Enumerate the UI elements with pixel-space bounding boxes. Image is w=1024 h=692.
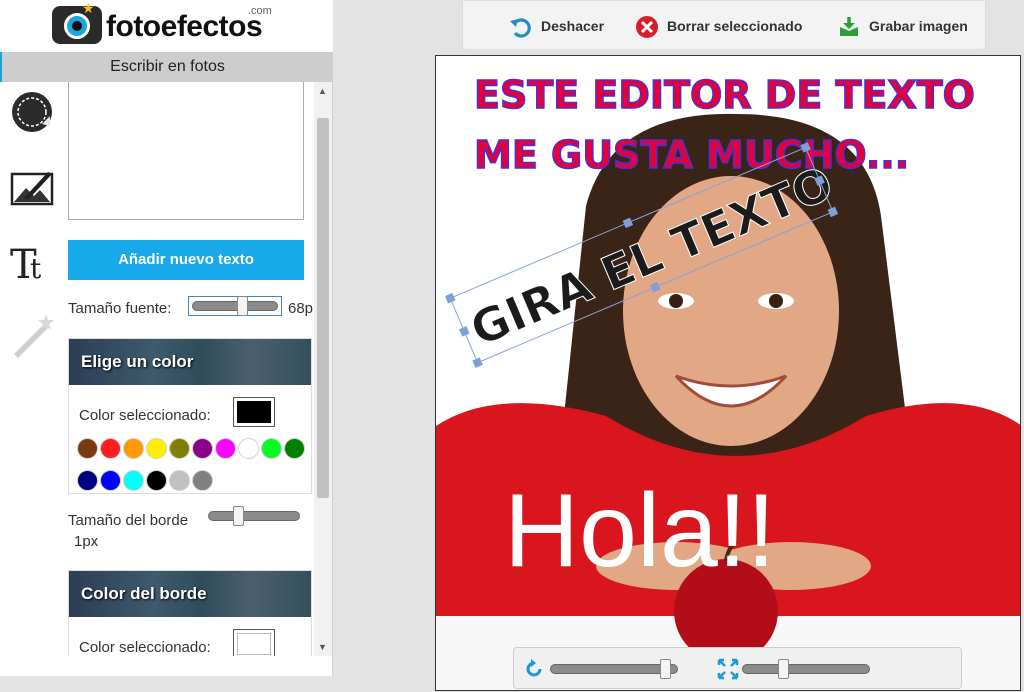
magic-tool[interactable] — [8, 310, 56, 358]
tool-sidebar: T t — [4, 88, 60, 388]
color-swatch[interactable] — [146, 438, 167, 459]
undo-icon — [510, 18, 531, 38]
download-box-icon — [840, 17, 858, 36]
border-color-panel: Color del borde Color seleccionado: — [68, 570, 312, 656]
sticker-tool[interactable] — [8, 88, 56, 136]
text-input[interactable] — [68, 82, 304, 220]
color-swatch[interactable] — [123, 470, 144, 491]
scroll-down-arrow-icon[interactable]: ▼ — [318, 642, 327, 652]
scale-slider-handle[interactable] — [777, 659, 789, 679]
action-bar: Deshacer Borrar seleccionado Grabar imag… — [462, 0, 986, 50]
scale-slider[interactable] — [742, 659, 870, 679]
rotate-slider[interactable] — [550, 659, 678, 679]
color-swatch[interactable] — [238, 438, 259, 459]
left-panel: ★ fotoefectos .com Escribir en fotos T t — [0, 0, 333, 676]
add-text-button[interactable]: Añadir nuevo texto — [68, 240, 304, 280]
transform-controls — [513, 647, 962, 689]
photo-scene: ESTE EDITOR DE TEXTO ME GUSTA MUCHO... G… — [436, 56, 1020, 690]
canvas-text-line1[interactable]: ESTE EDITOR DE TEXTO — [473, 72, 975, 118]
text-color-selected-label: Color seleccionado: — [79, 407, 211, 424]
border-size-slider-handle[interactable] — [232, 506, 244, 526]
panel-title: Escribir en fotos — [0, 52, 333, 82]
text-color-panel: Elige un color Color seleccionado: — [68, 338, 312, 494]
font-size-label: Tamaño fuente: — [68, 300, 172, 317]
save-image-label: Grabar imagen — [869, 18, 968, 34]
scroll-up-arrow-icon[interactable]: ▲ — [318, 86, 327, 96]
color-swatch[interactable] — [100, 470, 121, 491]
canvas-text-line2[interactable]: ME GUSTA MUCHO... — [473, 132, 910, 178]
color-swatch[interactable] — [146, 470, 167, 491]
color-palette — [77, 435, 307, 499]
magic-wand-icon — [14, 314, 54, 358]
color-swatch[interactable] — [215, 438, 236, 459]
draw-tool[interactable] — [8, 164, 56, 212]
undo-label: Deshacer — [541, 18, 605, 34]
panel-scroll-area[interactable]: Añadir nuevo texto Tamaño fuente: 68p El… — [62, 82, 332, 656]
panel-scrollbar[interactable]: ▲ ▼ — [314, 82, 332, 656]
color-swatch[interactable] — [77, 470, 98, 491]
color-swatch[interactable] — [123, 438, 144, 459]
scrollbar-thumb[interactable] — [317, 118, 329, 498]
border-size-slider[interactable] — [208, 506, 300, 526]
font-size-slider-box[interactable] — [188, 296, 282, 316]
paint-brush-icon — [10, 172, 54, 206]
photo-canvas[interactable]: ESTE EDITOR DE TEXTO ME GUSTA MUCHO... G… — [435, 55, 1021, 691]
border-color-selected-swatch[interactable] — [233, 629, 275, 656]
delete-selected-label: Borrar seleccionado — [667, 18, 803, 34]
border-size-value: 1px — [74, 533, 99, 550]
color-swatch[interactable] — [77, 438, 98, 459]
text-icon: T t — [10, 242, 42, 288]
rotate-slider-handle[interactable] — [660, 659, 672, 679]
text-color-selected-swatch[interactable] — [233, 397, 275, 427]
color-swatch[interactable] — [169, 470, 190, 491]
border-color-title: Color del borde — [69, 571, 311, 617]
text-color-title: Elige un color — [69, 339, 311, 385]
svg-text:t: t — [30, 252, 42, 285]
logo[interactable]: ★ fotoefectos .com — [0, 0, 333, 52]
border-size-label: Tamaño del borde — [68, 512, 189, 529]
text-tool[interactable]: T t — [8, 238, 56, 288]
font-size-value: 68p — [288, 300, 314, 317]
color-swatch[interactable] — [192, 470, 213, 491]
color-swatch[interactable] — [100, 438, 121, 459]
color-swatch[interactable] — [192, 438, 213, 459]
delete-icon — [636, 16, 658, 38]
logo-name: fotoefectos — [106, 10, 263, 43]
logo-tld: .com — [248, 5, 272, 17]
border-color-selected-label: Color seleccionado: — [79, 639, 211, 656]
color-swatch[interactable] — [169, 438, 190, 459]
font-size-slider[interactable] — [192, 296, 278, 316]
sticker-icon — [12, 92, 52, 132]
resize-icon — [717, 658, 739, 680]
font-size-slider-handle[interactable] — [236, 296, 248, 316]
color-swatch[interactable] — [261, 438, 282, 459]
color-swatch[interactable] — [284, 438, 305, 459]
canvas-text-hello[interactable]: Hola!! — [504, 473, 776, 589]
rotate-icon — [526, 659, 542, 677]
star-icon: ★ — [82, 0, 95, 16]
